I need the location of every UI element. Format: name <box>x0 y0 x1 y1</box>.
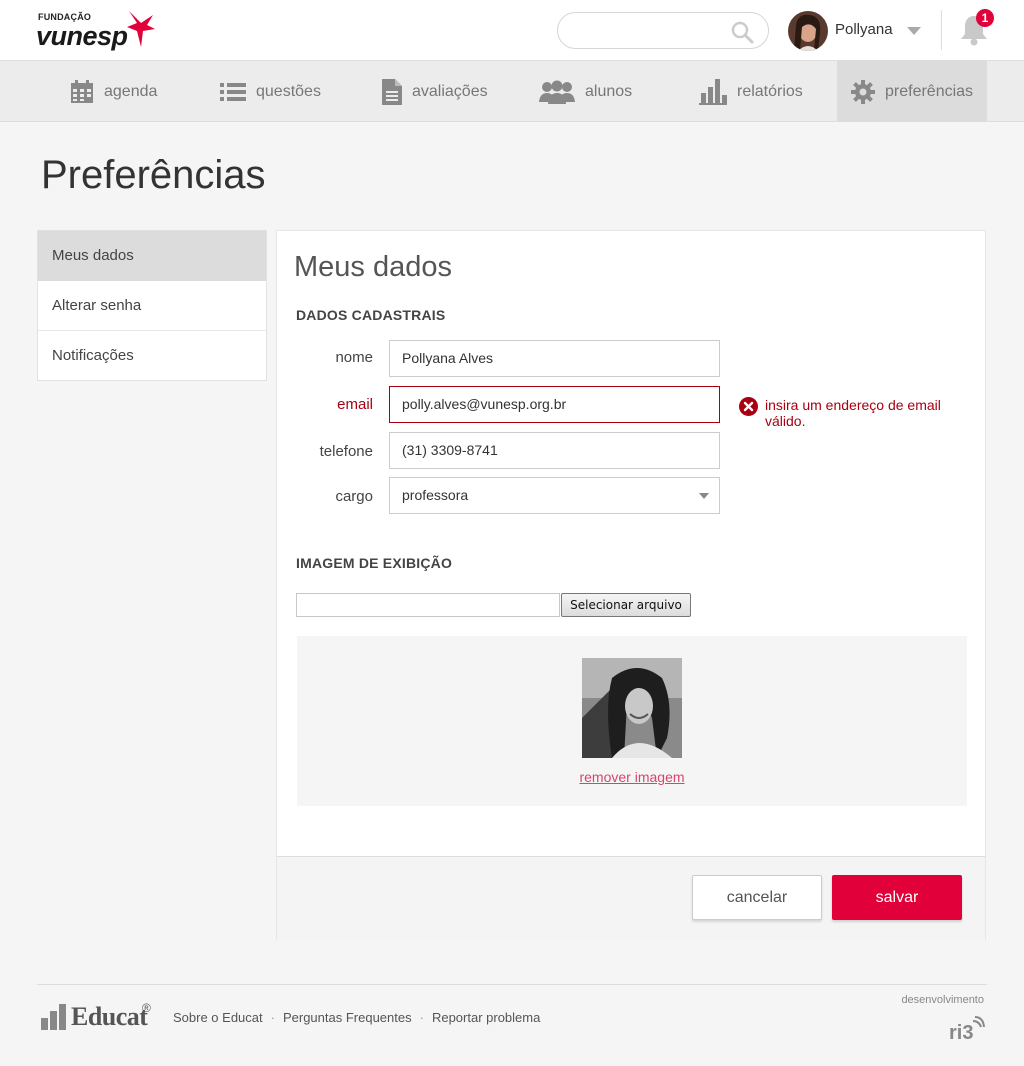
phone-field[interactable]: (31) 3309-8741 <box>389 432 720 469</box>
bar-chart-icon <box>699 78 727 105</box>
nav-label: avaliações <box>412 82 488 100</box>
email-field[interactable]: polly.alves@vunesp.org.br <box>389 386 720 423</box>
developer-logo-icon[interactable]: ri3 <box>949 1015 985 1046</box>
nav-label: questões <box>256 82 321 100</box>
chevron-down-icon[interactable] <box>907 27 921 35</box>
svg-text:ri3: ri3 <box>949 1022 973 1041</box>
nav-item-questoes[interactable]: questões <box>220 61 321 122</box>
avatar <box>788 11 828 51</box>
footer-links: Sobre o Educat · Perguntas Frequentes · Repo… <box>173 1010 541 1025</box>
user-name: Pollyana <box>835 21 893 38</box>
profile-photo <box>582 658 682 758</box>
dev-label: desenvolvimento <box>901 994 984 1006</box>
role-select[interactable]: professora <box>389 477 720 514</box>
footer-link-report[interactable]: Reportar problema <box>432 1010 540 1025</box>
nav-item-relatorios[interactable]: relatórios <box>699 61 803 122</box>
nav-item-alunos[interactable]: alunos <box>539 61 632 122</box>
nav-label: alunos <box>585 82 633 100</box>
nav-label: relatórios <box>737 82 803 100</box>
footer-divider <box>37 984 987 985</box>
cancel-button[interactable]: cancelar <box>692 875 822 920</box>
list-icon <box>220 82 246 102</box>
nav-item-agenda[interactable]: agenda <box>70 61 157 122</box>
users-icon <box>539 80 575 104</box>
vunesp-logo[interactable]: FUNDAÇÃO vunesp <box>36 9 161 53</box>
calendar-icon <box>70 79 94 104</box>
document-icon <box>382 78 402 105</box>
email-label: email <box>337 396 373 413</box>
select-file-button[interactable]: Selecionar arquivo <box>561 593 691 617</box>
educat-bars-icon <box>41 1004 66 1030</box>
nav-label: agenda <box>104 82 158 100</box>
remove-image-link[interactable]: remover imagem <box>297 769 967 785</box>
gear-icon <box>851 79 875 104</box>
footer-link-faq[interactable]: Perguntas Frequentes <box>283 1010 412 1025</box>
name-field[interactable]: Pollyana Alves <box>389 340 720 377</box>
side-item-alterar-senha[interactable]: Alterar senha <box>38 281 266 331</box>
role-select-value: professora <box>402 487 469 503</box>
name-label: nome <box>335 349 373 366</box>
section-title-registration: DADOS CADASTRAIS <box>296 307 446 323</box>
main-nav: agenda questões avaliações alunos relató… <box>0 61 1024 122</box>
footer-link-about[interactable]: Sobre o Educat <box>173 1010 263 1025</box>
role-label: cargo <box>335 488 373 505</box>
section-title-image: IMAGEM DE EXIBIÇÃO <box>296 555 453 571</box>
side-menu: Meus dados Alterar senha Notificações <box>37 230 267 381</box>
nav-label: preferências <box>885 82 974 100</box>
nav-item-preferencias[interactable]: preferências <box>837 61 987 122</box>
vunesp-bird-icon <box>127 11 155 47</box>
profile-panel: Meus dados DADOS CADASTRAIS nome Pollyan… <box>276 230 986 940</box>
chevron-down-icon <box>699 493 709 499</box>
save-button[interactable]: salvar <box>832 875 962 920</box>
file-name-field[interactable] <box>296 593 560 617</box>
search-icon[interactable] <box>730 20 754 44</box>
notification-badge[interactable]: 1 <box>976 9 994 27</box>
image-preview: remover imagem <box>297 636 967 806</box>
email-error-text: insira um endereço de email válido. <box>765 397 941 429</box>
nav-item-avaliacoes[interactable]: avaliações <box>382 61 488 122</box>
header-divider <box>941 10 942 50</box>
page-title: Preferências <box>41 153 266 197</box>
phone-label: telefone <box>319 443 373 460</box>
form-actions: cancelar salvar <box>277 856 985 940</box>
side-item-notificacoes[interactable]: Notificações <box>38 331 266 380</box>
top-header: FUNDAÇÃO vunesp Pollyana 1 <box>0 0 1024 61</box>
side-item-meus-dados[interactable]: Meus dados <box>38 231 266 281</box>
panel-title: Meus dados <box>294 251 452 283</box>
error-icon <box>739 397 758 416</box>
search-input[interactable] <box>557 12 769 49</box>
